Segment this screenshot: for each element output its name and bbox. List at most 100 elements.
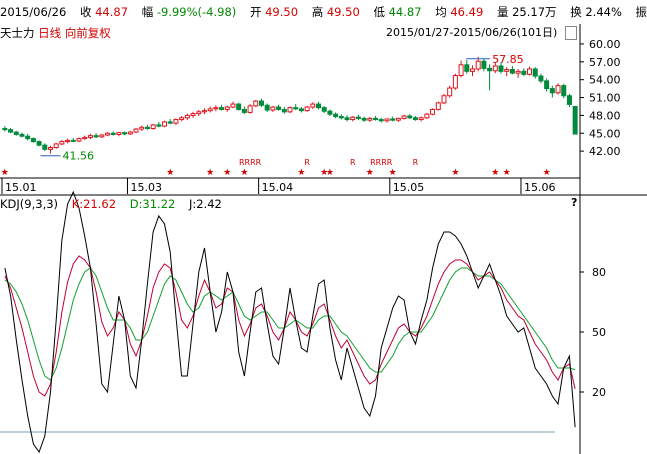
candle-body	[224, 106, 230, 110]
star-marker: ★	[366, 168, 374, 178]
price-tick-label: 51.00	[589, 92, 621, 105]
r-marker: R	[304, 158, 310, 167]
low-annotation: 41.56	[62, 150, 94, 163]
candle-body	[53, 143, 59, 149]
candle-body	[344, 117, 350, 121]
candle-body	[504, 69, 510, 72]
candle-body	[59, 141, 65, 145]
candle-body	[207, 108, 213, 112]
candle-body	[213, 107, 219, 110]
candle-body	[201, 110, 207, 113]
candle-body	[532, 68, 538, 77]
candle-body	[481, 60, 487, 69]
candle-body	[464, 64, 470, 72]
candle-body	[333, 113, 339, 118]
date-label: 15.05	[393, 181, 425, 194]
candle-body	[412, 117, 418, 121]
candle-body	[42, 144, 48, 150]
candle-body	[93, 135, 99, 138]
star-marker: ★	[491, 168, 499, 178]
candle-body	[492, 65, 498, 72]
candle-body	[19, 133, 25, 137]
star-marker: ★	[297, 168, 305, 178]
star-marker: ★	[326, 168, 334, 178]
kdj-d-value: D:31.22	[129, 197, 176, 211]
window-icon[interactable]	[565, 26, 577, 40]
date-label: 15.06	[524, 181, 556, 194]
candle-body	[65, 139, 71, 143]
candle-body	[173, 119, 179, 124]
star-marker: ★	[451, 168, 459, 178]
candle-body	[475, 60, 481, 70]
date-label: 15.01	[5, 181, 37, 194]
candle-body	[367, 117, 373, 121]
candle-body	[236, 103, 242, 110]
kline-kdj-chart: 60.00 57.00 54.00 51.00 48.00 45.00 42.00 ★ ★ ★ ★…	[0, 24, 647, 454]
candle-body	[70, 139, 76, 142]
candle-body	[549, 88, 555, 94]
candle-body	[144, 126, 150, 129]
candle-body	[430, 108, 436, 115]
candle-body	[350, 116, 356, 121]
candle-body	[150, 124, 156, 129]
candle-body	[561, 85, 567, 97]
candle-body	[572, 105, 578, 135]
candle-body	[469, 68, 475, 72]
candle-body	[458, 64, 464, 77]
candle-body	[47, 147, 53, 150]
candle-body	[190, 113, 196, 116]
candle-body	[509, 69, 515, 74]
candle-body	[2, 127, 8, 131]
candle-body	[310, 103, 316, 108]
candle-body	[384, 118, 390, 122]
kdj-tick-label: 80	[592, 266, 606, 279]
candle-body	[327, 110, 333, 115]
candle-body	[378, 119, 384, 122]
candle-body	[127, 131, 133, 135]
candle-body	[316, 103, 322, 109]
price-tick-label: 48.00	[589, 109, 621, 122]
candle-body	[281, 108, 287, 113]
kdj-j-value: J:2.42	[189, 197, 222, 211]
star-marker: ★	[206, 168, 214, 178]
candle-body	[122, 132, 128, 135]
candle-body	[361, 117, 367, 121]
star-marker: ★	[1, 168, 9, 178]
candle-body	[276, 106, 282, 110]
candle-body	[304, 106, 310, 112]
candle-body	[116, 132, 122, 135]
candle-body	[110, 132, 116, 135]
kdj-k-line	[4, 255, 576, 397]
candle-body	[105, 132, 111, 136]
candle-body	[555, 85, 561, 94]
price-tick-label: 45.00	[589, 127, 621, 140]
price-tick-label: 57.00	[589, 56, 621, 69]
candle-body	[219, 107, 225, 110]
candle-body	[82, 136, 88, 140]
candle-body	[424, 113, 430, 119]
r-marker: RRRR	[370, 158, 393, 167]
candle-body	[338, 116, 344, 119]
candle-body	[270, 106, 276, 111]
candle-body	[435, 102, 441, 110]
candle-body	[287, 107, 293, 113]
candle-body	[527, 68, 533, 75]
price-tick-label: 54.00	[589, 74, 621, 87]
candle-body	[487, 67, 493, 72]
candle-body	[76, 138, 82, 142]
candle-body	[418, 117, 424, 121]
candle-body	[162, 121, 168, 127]
candle-body	[395, 117, 401, 121]
date-label: 15.04	[262, 181, 294, 194]
candle-body	[264, 104, 270, 111]
help-icon[interactable]: ?	[571, 196, 577, 209]
r-marker: R	[350, 158, 356, 167]
candle-body	[179, 117, 185, 121]
candle-body	[407, 115, 413, 119]
candle-body	[293, 107, 299, 110]
price-tick-label: 42.00	[589, 145, 621, 158]
star-marker: ★	[223, 168, 231, 178]
price-tick-label: 60.00	[589, 38, 621, 51]
kdj-tick-label: 50	[592, 326, 606, 339]
candle-body	[253, 100, 259, 107]
